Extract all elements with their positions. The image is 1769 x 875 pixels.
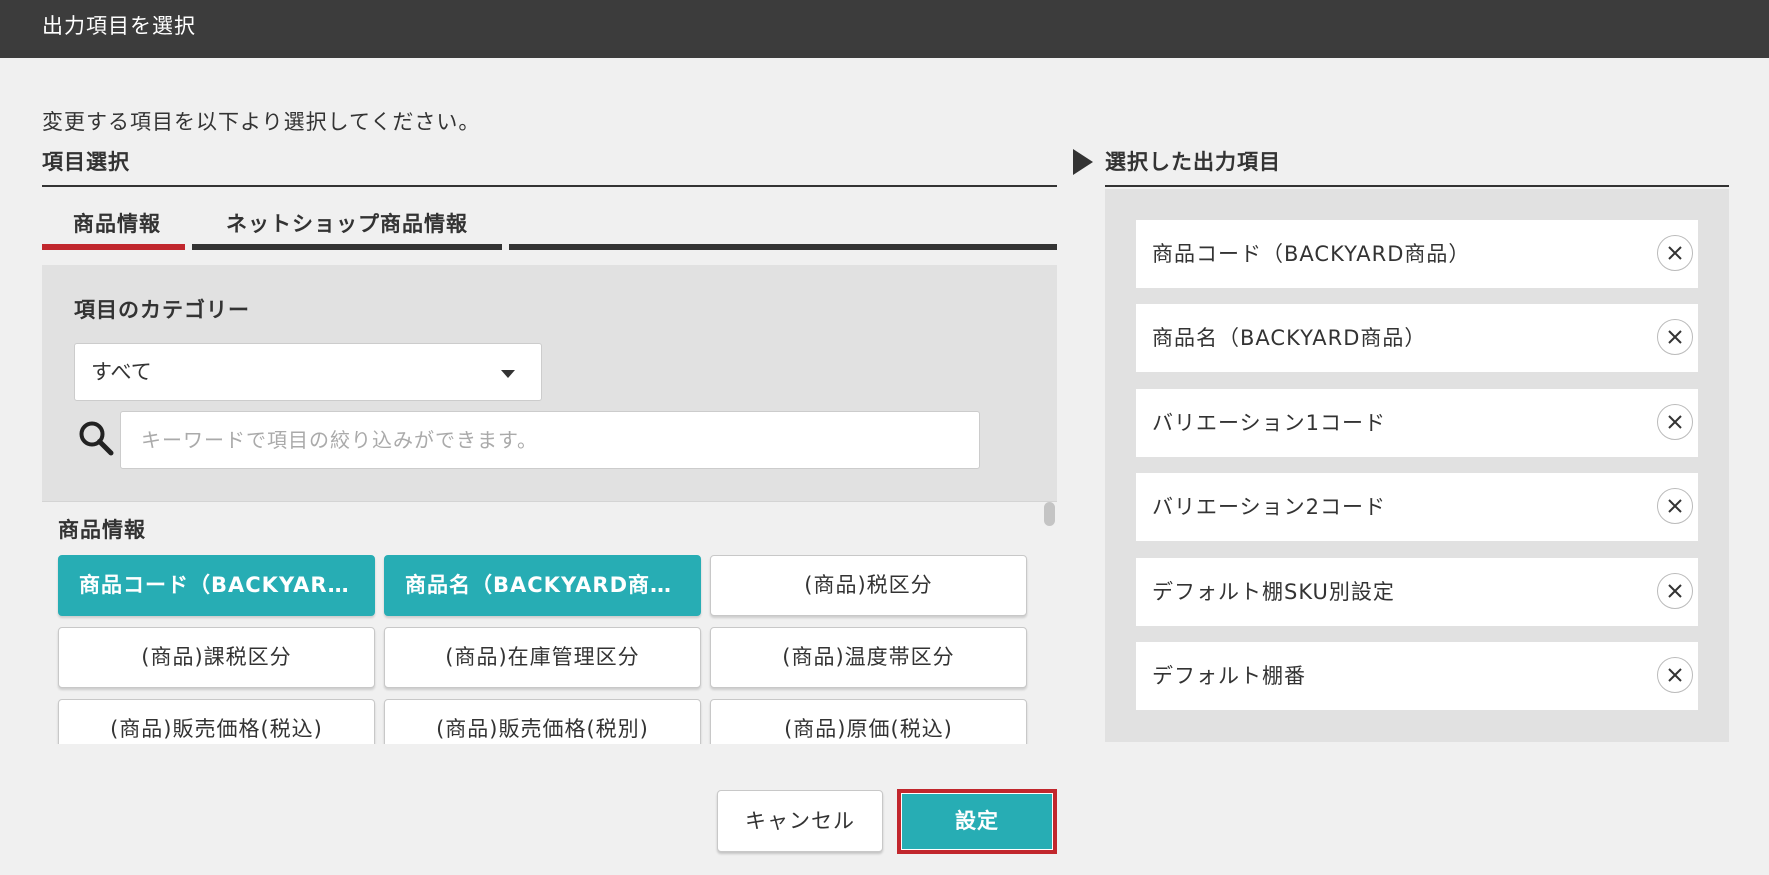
remove-item-button[interactable]: [1657, 573, 1693, 609]
item-button[interactable]: (商品)原価(税込): [710, 699, 1027, 744]
item-list-clip: (商品)販売価格(税込) (商品)販売価格(税別) (商品)原価(税込): [42, 690, 1042, 744]
category-select-value: すべて: [91, 360, 152, 384]
remove-item-button[interactable]: [1657, 657, 1693, 693]
left-divider: [42, 185, 1057, 187]
remove-item-button[interactable]: [1657, 404, 1693, 440]
item-button[interactable]: (商品)温度帯区分: [710, 627, 1027, 688]
selected-item-label: バリエーション1コード: [1152, 411, 1386, 435]
selected-item-label: 商品名（BACKYARD商品）: [1152, 326, 1427, 350]
close-icon: [1668, 246, 1682, 260]
selected-item-label: デフォルト棚番: [1152, 664, 1306, 688]
item-button[interactable]: 商品名（BACKYARD商品）: [384, 555, 701, 616]
tab-inactive-indicator: [192, 244, 502, 250]
item-button[interactable]: (商品)販売価格(税別): [384, 699, 701, 744]
item-button[interactable]: (商品)販売価格(税込): [58, 699, 375, 744]
chevron-down-icon: [501, 370, 515, 378]
item-button[interactable]: (商品)課税区分: [58, 627, 375, 688]
close-icon: [1668, 330, 1682, 344]
category-select[interactable]: すべて: [74, 343, 542, 401]
item-group-label: 商品情報: [58, 518, 146, 542]
tab-active-indicator: [42, 244, 185, 250]
remove-item-button[interactable]: [1657, 488, 1693, 524]
selected-item: デフォルト棚SKU別設定: [1136, 558, 1698, 626]
item-button[interactable]: 商品コード（BACKYARD商品）: [58, 555, 375, 616]
tab-label: ネットショップ商品情報: [226, 212, 468, 236]
set-button[interactable]: 設定: [902, 794, 1052, 849]
instruction-text: 変更する項目を以下より選択してください。: [42, 110, 481, 134]
cancel-button[interactable]: キャンセル: [717, 790, 883, 852]
item-list-scrollbar[interactable]: [1042, 502, 1056, 744]
close-icon: [1668, 668, 1682, 682]
close-icon: [1668, 499, 1682, 513]
selected-items-title: 選択した出力項目: [1105, 150, 1281, 174]
tab-rest-indicator: [509, 244, 1057, 250]
selected-item: バリエーション1コード: [1136, 389, 1698, 457]
close-icon: [1668, 584, 1682, 598]
item-list-scrollbar-thumb[interactable]: [1044, 502, 1055, 526]
tab-product-info[interactable]: 商品情報: [42, 200, 192, 250]
selected-item: バリエーション2コード: [1136, 473, 1698, 541]
search-icon: [79, 421, 114, 456]
selected-item-label: 商品コード（BACKYARD商品）: [1152, 242, 1471, 266]
keyword-search-input[interactable]: [120, 411, 980, 469]
selected-item: 商品名（BACKYARD商品）: [1136, 304, 1698, 372]
tab-label: 商品情報: [73, 212, 161, 236]
category-label: 項目のカテゴリー: [74, 298, 250, 322]
item-button[interactable]: (商品)税区分: [710, 555, 1027, 616]
item-button[interactable]: (商品)在庫管理区分: [384, 627, 701, 688]
tab-netshop-product-info[interactable]: ネットショップ商品情報: [192, 200, 502, 250]
selected-item: 商品コード（BACKYARD商品）: [1136, 220, 1698, 288]
selected-item-label: バリエーション2コード: [1152, 495, 1386, 519]
remove-item-button[interactable]: [1657, 235, 1693, 271]
right-divider: [1105, 185, 1729, 187]
dialog-title: 出力項目を選択: [0, 0, 1769, 58]
close-icon: [1668, 415, 1682, 429]
selected-item-label: デフォルト棚SKU別設定: [1152, 580, 1395, 604]
triangle-right-icon: [1073, 149, 1093, 175]
selected-item: デフォルト棚番: [1136, 642, 1698, 710]
remove-item-button[interactable]: [1657, 319, 1693, 355]
item-selection-title: 項目選択: [42, 150, 130, 174]
